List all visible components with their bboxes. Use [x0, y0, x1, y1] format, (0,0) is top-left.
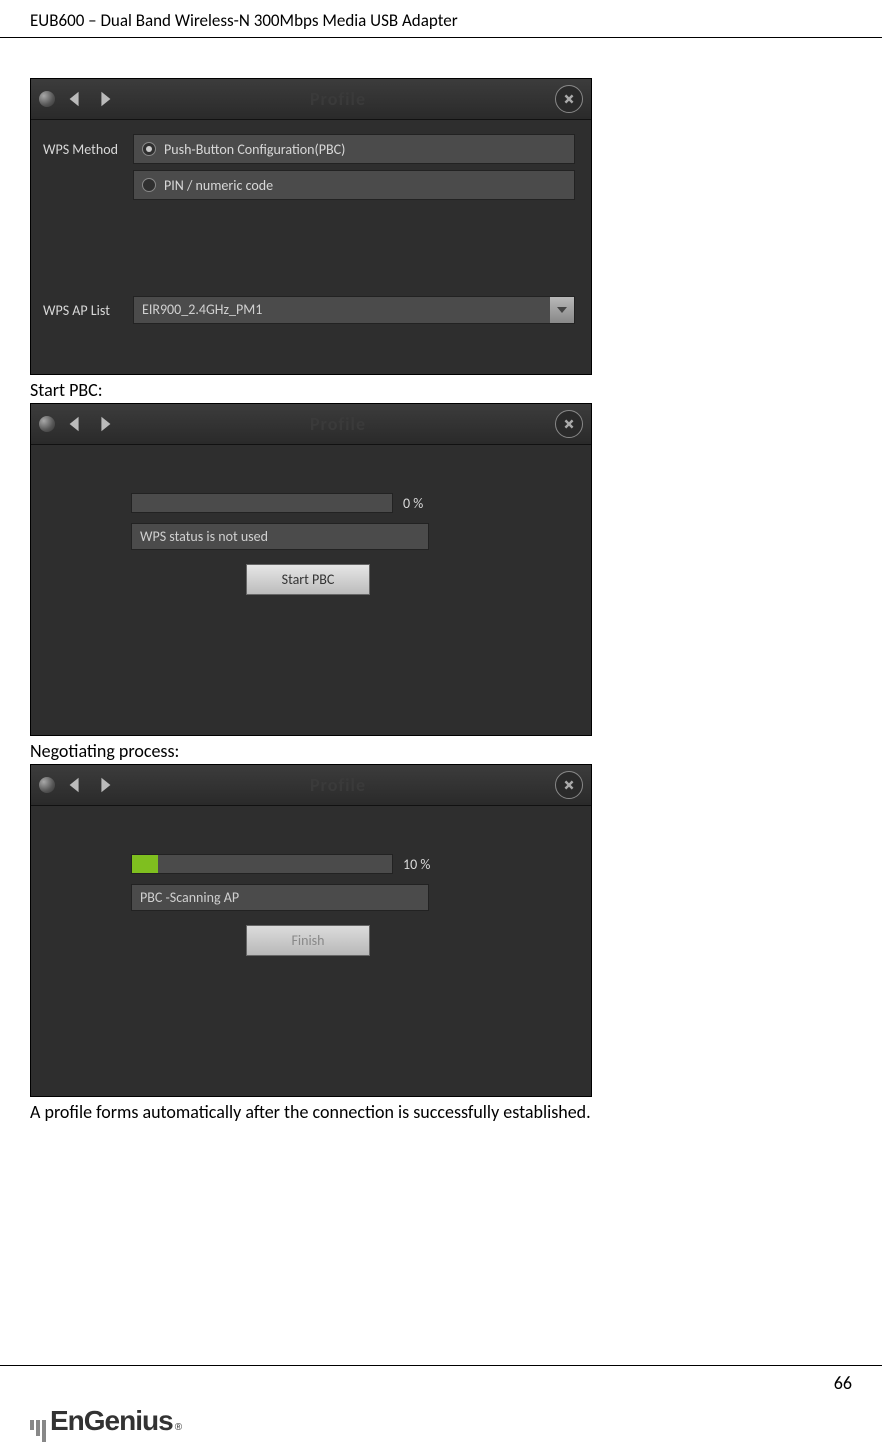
progress-bar [131, 493, 393, 513]
progress-percent-label: 0 % [403, 495, 423, 512]
caption-negotiating: Negotiating process: [30, 740, 852, 762]
caption-start-pbc: Start PBC: [30, 379, 852, 401]
panel-title: Profile [121, 88, 555, 110]
window-indicator-icon [39, 91, 55, 107]
progress-percent-label: 10 % [403, 856, 430, 873]
panel-title: Profile [121, 774, 555, 796]
forward-button[interactable] [91, 85, 119, 113]
doc-title: EUB600 – Dual Band Wireless-N 300Mbps Me… [30, 10, 458, 31]
engenius-logo: EnGenius ® [30, 1405, 182, 1442]
wps-ap-list-dropdown[interactable]: EIR900_2.4GHz_PM1 [133, 296, 575, 324]
start-pbc-button[interactable]: Start PBC [246, 564, 370, 595]
wps-status-text: WPS status is not used [131, 523, 429, 550]
wps-option-pbc-label: Push-Button Configuration(PBC) [164, 141, 345, 158]
wps-method-panel: Profile WPS Method Push-Button Configura… [30, 78, 592, 375]
progress-fill [132, 855, 158, 873]
negotiating-panel: Profile 10 % PBC -Scanning AP Finish [30, 764, 592, 1097]
forward-button[interactable] [91, 771, 119, 799]
logo-bars-icon [30, 1420, 46, 1442]
window-indicator-icon [39, 777, 55, 793]
chevron-down-icon [550, 297, 574, 323]
back-button[interactable] [61, 410, 89, 438]
close-button[interactable] [555, 771, 583, 799]
wps-option-pin-label: PIN / numeric code [164, 177, 273, 194]
page-number: 66 [834, 1372, 852, 1394]
panel-header: Profile [31, 404, 591, 445]
footnote-text: A profile forms automatically after the … [30, 1101, 852, 1123]
window-indicator-icon [39, 416, 55, 432]
wps-ap-list-label: WPS AP List [41, 302, 133, 319]
panel-title: Profile [121, 413, 555, 435]
progress-bar [131, 854, 393, 874]
progress-bar-row: 0 % [131, 493, 575, 513]
wps-option-pbc[interactable]: Push-Button Configuration(PBC) [133, 134, 575, 164]
wps-method-label: WPS Method [41, 141, 133, 158]
wps-option-pin[interactable]: PIN / numeric code [133, 170, 575, 200]
radio-selected-icon [142, 142, 156, 156]
back-button[interactable] [61, 771, 89, 799]
close-button[interactable] [555, 85, 583, 113]
logo-text: EnGenius [50, 1405, 173, 1437]
wps-status-text: PBC -Scanning AP [131, 884, 429, 911]
progress-bar-row: 10 % [131, 854, 575, 874]
wps-ap-selected: EIR900_2.4GHz_PM1 [134, 297, 550, 323]
page-header: EUB600 – Dual Band Wireless-N 300Mbps Me… [0, 0, 882, 38]
panel-header: Profile [31, 79, 591, 120]
page-footer: 66 EnGenius ® [0, 1365, 882, 1456]
close-button[interactable] [555, 410, 583, 438]
back-button[interactable] [61, 85, 89, 113]
panel-header: Profile [31, 765, 591, 806]
logo-registered-icon: ® [175, 1422, 182, 1433]
finish-button[interactable]: Finish [246, 925, 370, 956]
start-pbc-panel: Profile 0 % WPS status is not used Start… [30, 403, 592, 736]
forward-button[interactable] [91, 410, 119, 438]
radio-unselected-icon [142, 178, 156, 192]
